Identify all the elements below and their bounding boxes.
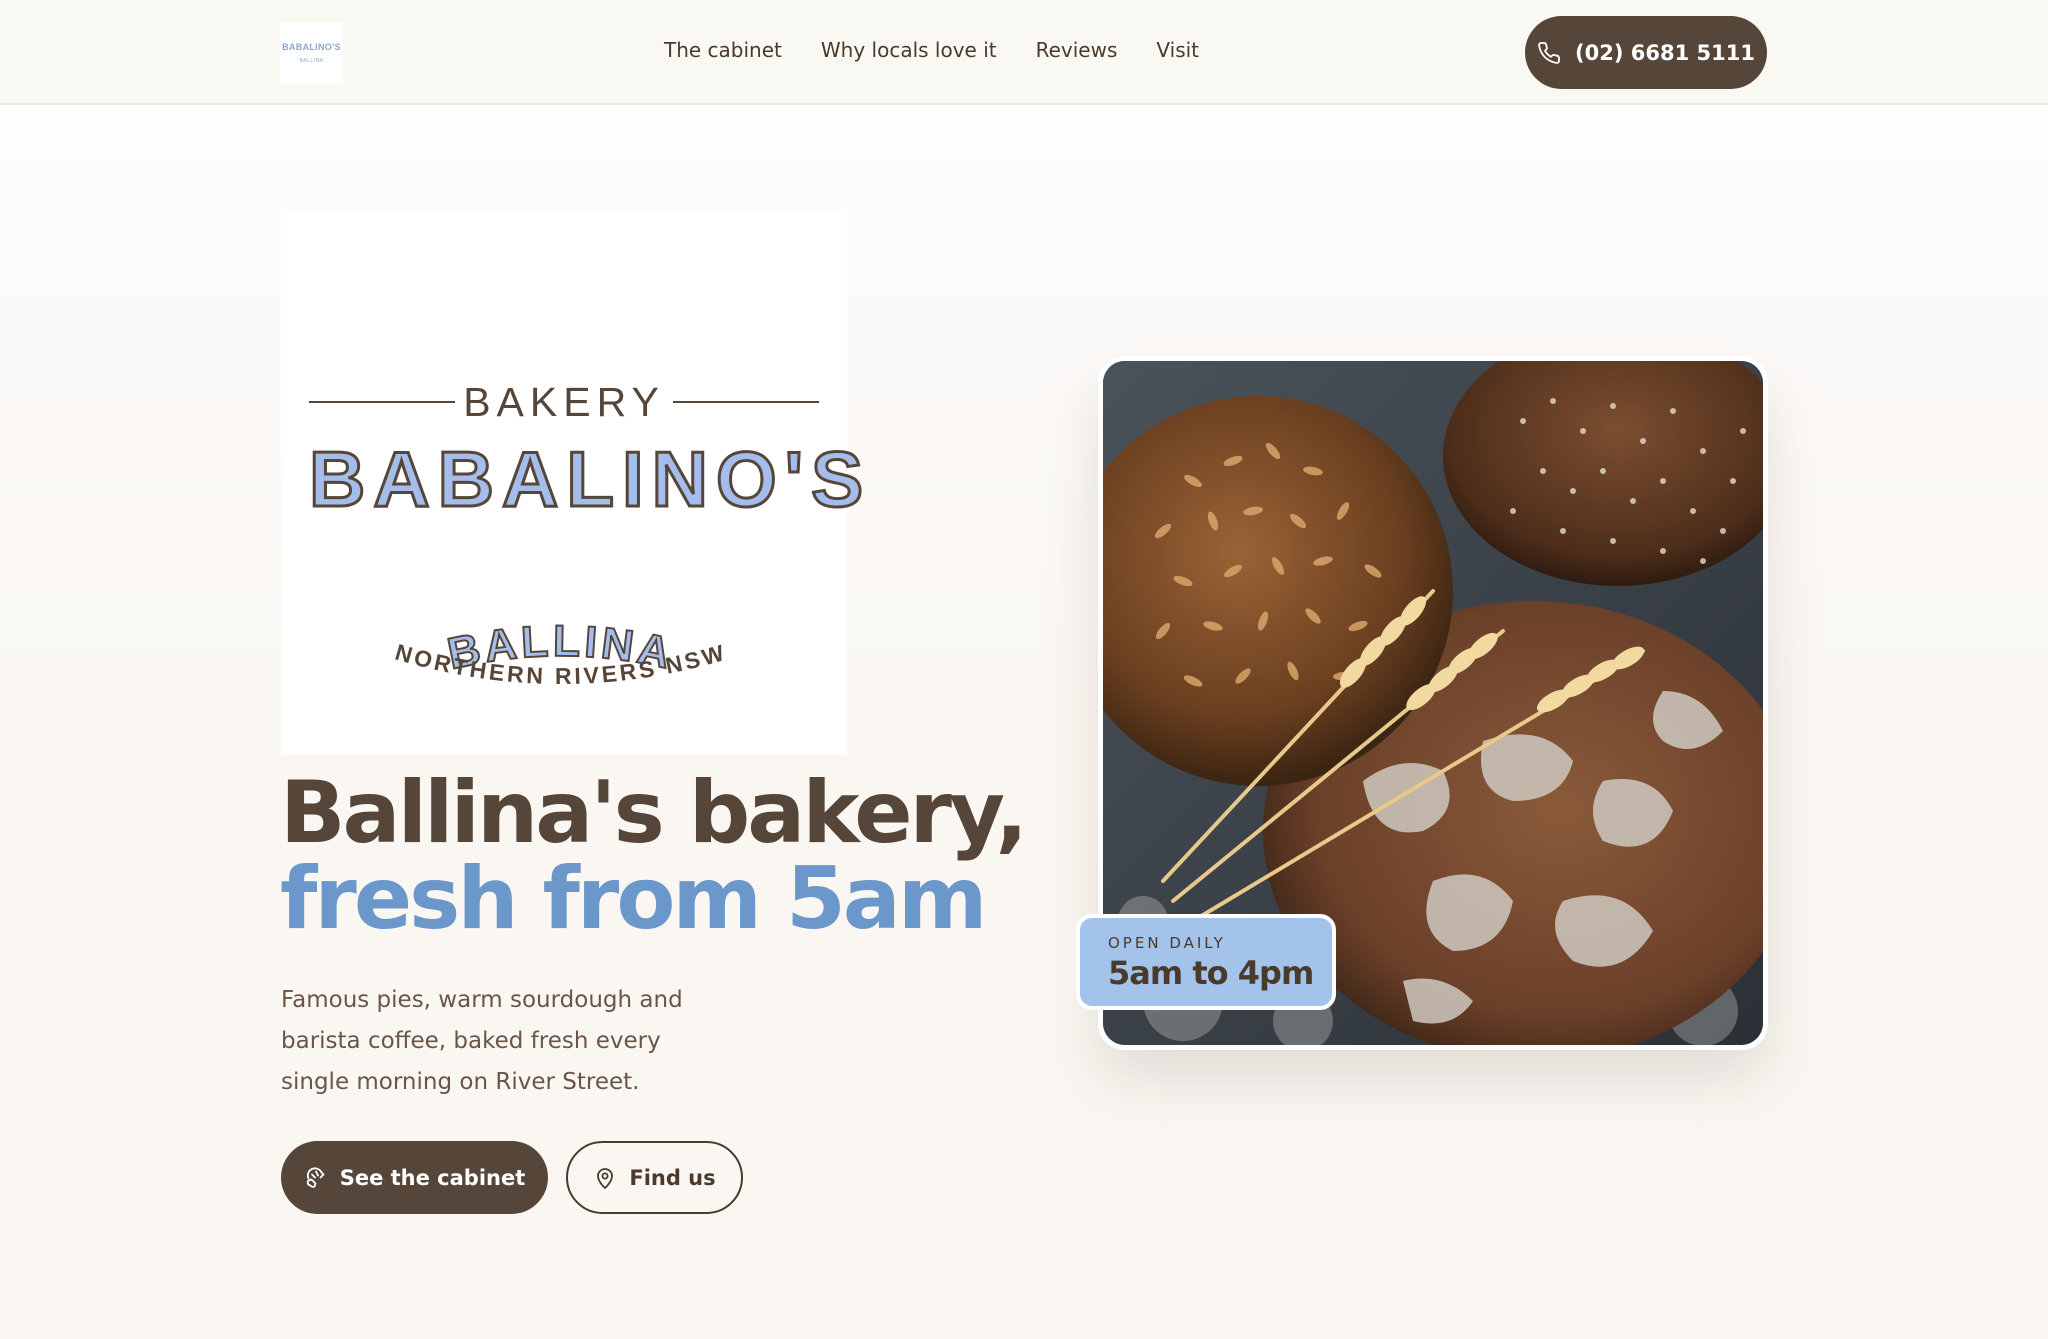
croissant-icon — [306, 1166, 325, 1188]
nav-link-why-locals[interactable]: Why locals love it — [821, 38, 997, 62]
hero-headline: Ballina's bakery, fresh from 5am — [280, 770, 1040, 942]
hours-kicker: OPEN DAILY — [1108, 934, 1226, 952]
headline-line-2: fresh from 5am — [280, 849, 987, 949]
bakery-kicker: BAKERY — [463, 378, 665, 425]
map-pin-icon — [597, 1167, 614, 1189]
brand-name: BABALINO'S — [308, 434, 872, 525]
find-us-button[interactable]: Find us — [566, 1141, 743, 1214]
hours-value: 5am to 4pm — [1108, 954, 1314, 992]
bakery-kicker-line: BAKERY — [309, 379, 820, 425]
site-header: BABALINO'S BALLINA The cabinet Why local… — [0, 0, 2048, 105]
phone-button[interactable]: (02) 6681 5111 — [1525, 16, 1767, 89]
find-us-label: Find us — [629, 1165, 716, 1190]
kicker-rule-left — [309, 401, 456, 403]
hero-logo-card: BAKERY BABALINO'S BALLINA NORTHERN RIVER… — [281, 210, 872, 755]
nav-link-visit[interactable]: Visit — [1156, 38, 1199, 62]
phone-icon — [1538, 41, 1560, 64]
ballina-location-arc: BALLINA NORTHERN RIVERS NSW — [392, 616, 726, 689]
nav-logo-town: BALLINA — [299, 57, 324, 64]
hours-badge: OPEN DAILY 5am to 4pm — [1076, 914, 1336, 1010]
main-nav: The cabinet Why locals love it Reviews V… — [664, 38, 1199, 62]
see-cabinet-label: See the cabinet — [339, 1165, 526, 1190]
headline-line-1: Ballina's bakery, — [280, 763, 1028, 863]
see-cabinet-button[interactable]: See the cabinet — [281, 1141, 548, 1214]
nav-logo-name: BABALINO'S — [282, 41, 341, 52]
nav-link-the-cabinet[interactable]: The cabinet — [664, 38, 782, 62]
nav-logo[interactable]: BABALINO'S BALLINA — [280, 22, 343, 83]
kicker-rule-right — [672, 401, 820, 403]
hero-description: Famous pies, warm sourdough and barista … — [281, 987, 683, 1095]
nav-link-reviews[interactable]: Reviews — [1036, 38, 1118, 62]
phone-number: (02) 6681 5111 — [1575, 40, 1755, 65]
